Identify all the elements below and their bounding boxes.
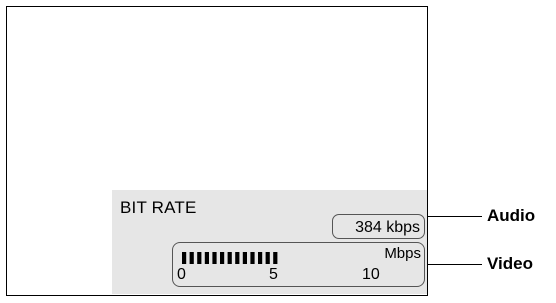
meter-segment <box>242 252 247 264</box>
video-callout-label: Video <box>487 254 533 273</box>
video-bitrate-box: Mbps 0 5 10 <box>172 242 425 287</box>
video-bitrate-unit: Mbps <box>384 245 421 262</box>
meter-segment <box>265 252 270 264</box>
scale-label-0: 0 <box>177 266 186 283</box>
meter-segment <box>212 252 217 264</box>
tv-screen-frame: BIT RATE 384 kbps Mbps 0 5 10 <box>6 6 428 296</box>
meter-segment <box>189 252 194 264</box>
audio-bitrate-box: 384 kbps <box>332 214 425 239</box>
meter-segment <box>197 252 202 264</box>
scale-label-5: 5 <box>269 266 278 283</box>
bit-rate-osd-panel: BIT RATE 384 kbps Mbps 0 5 10 <box>112 190 427 294</box>
meter-segment <box>220 252 225 264</box>
meter-segment <box>250 252 255 264</box>
meter-segment <box>182 252 187 264</box>
meter-segment <box>258 252 263 264</box>
audio-callout-label: Audio <box>487 206 536 225</box>
audio-bitrate-value: 384 kbps <box>355 219 420 236</box>
scale-label-10: 10 <box>362 266 380 283</box>
meter-segment <box>227 252 232 264</box>
meter-segment <box>235 252 240 264</box>
video-callout-line <box>428 264 482 266</box>
video-bitrate-meter <box>182 252 278 264</box>
audio-callout-line <box>428 216 482 218</box>
meter-segment <box>273 252 278 264</box>
osd-title: BIT RATE <box>120 198 197 217</box>
meter-segment <box>204 252 209 264</box>
